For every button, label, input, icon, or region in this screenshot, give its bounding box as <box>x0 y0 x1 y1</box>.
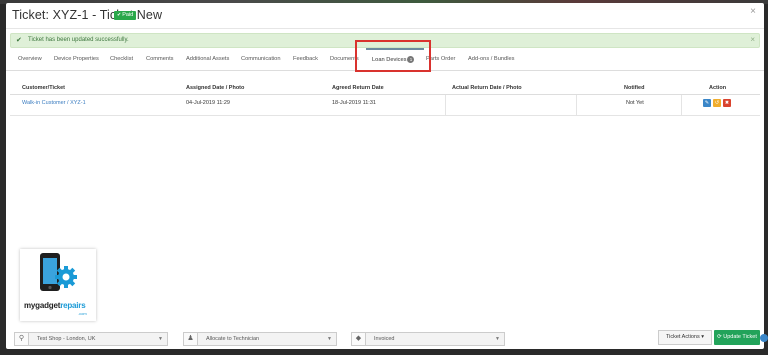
technician-value: Allocate to Technician <box>206 336 260 342</box>
logo-wordmark: mygadgetrepairs <box>24 301 86 310</box>
tab-feedback[interactable]: Feedback <box>293 56 318 62</box>
header-divider <box>10 94 760 95</box>
header-agreed-return: Agreed Return Date <box>332 85 384 91</box>
highlight-box <box>355 40 431 72</box>
checkmark-icon: ✔ <box>16 37 22 44</box>
page-title: Ticket: XYZ-1 - Ticket New <box>12 8 163 22</box>
pencil-icon: ✎ <box>704 100 710 106</box>
status-select[interactable]: Invoiced ▼ <box>365 332 505 346</box>
footer-toolbar: ⚲ Test Shop - London, UK ▼ ♟ Allocate to … <box>6 325 764 349</box>
header-actual-return: Actual Return Date / Photo <box>452 85 522 91</box>
tab-add-ons-bundles[interactable]: Add-ons / Bundles <box>468 56 514 62</box>
ticket-modal: Ticket: XYZ-1 - Ticket New ✔Paid × ✔ Tic… <box>6 3 764 349</box>
trash-icon: ✖ <box>724 100 730 106</box>
check-icon: ✔ <box>117 12 122 18</box>
paid-badge-label: Paid <box>122 12 134 18</box>
alert-message: Ticket has been updated successfully. <box>28 37 129 43</box>
brand-logo: mygadgetrepairs .com <box>20 249 96 321</box>
technician-select[interactable]: Allocate to Technician ▼ <box>197 332 337 346</box>
chevron-down-icon: ▼ <box>495 336 500 342</box>
column-divider <box>445 95 446 115</box>
paid-badge: ✔Paid <box>114 11 137 20</box>
chevron-down-icon: ▼ <box>327 336 332 342</box>
assigned-date-cell: 04-Jul-2019 11:29 <box>186 100 230 106</box>
delete-button[interactable]: ✖ <box>723 99 731 107</box>
tab-device-properties[interactable]: Device Properties <box>54 56 99 62</box>
ticket-actions-button[interactable]: Ticket Actions ▾ <box>658 330 712 345</box>
tag-icon: ◆ <box>351 332 365 346</box>
notified-cell: Not Yet <box>626 100 644 106</box>
dismiss-alert-button[interactable]: × <box>750 35 755 44</box>
agreed-return-cell: 18-Jul-2019 11:31 <box>332 100 376 106</box>
row-divider <box>10 115 760 116</box>
return-button[interactable]: ↺ <box>713 99 721 107</box>
update-ticket-button[interactable]: ⟳ Update Ticket <box>714 330 760 345</box>
chevron-down-icon: ▼ <box>158 336 163 342</box>
caret-down-icon: ▾ <box>701 334 705 340</box>
tab-communication[interactable]: Communication <box>241 56 281 62</box>
column-divider <box>576 95 577 115</box>
location-select[interactable]: Test Shop - London, UK ▼ <box>28 332 168 346</box>
logo-suffix: .com <box>78 311 87 316</box>
refresh-icon: ⟳ <box>717 334 722 340</box>
status-value: Invoiced <box>374 336 395 342</box>
phone-gear-icon <box>40 253 77 291</box>
location-value: Test Shop - London, UK <box>37 336 96 342</box>
tab-comments[interactable]: Comments <box>146 56 174 62</box>
header-customer: Customer/Ticket <box>22 85 65 91</box>
edit-button[interactable]: ✎ <box>703 99 711 107</box>
ticket-actions-label: Ticket Actions <box>665 334 700 340</box>
tab-additional-assets[interactable]: Additional Assets <box>186 56 229 62</box>
tab-overview[interactable]: Overview <box>18 56 42 62</box>
tab-checklist[interactable]: Checklist <box>110 56 133 62</box>
map-marker-icon: ⚲ <box>14 332 28 346</box>
modal-header: Ticket: XYZ-1 - Ticket New ✔Paid × <box>6 3 764 29</box>
return-icon: ↺ <box>714 100 720 106</box>
customer-ticket-link[interactable]: Walk-in Customer / XYZ-1 <box>22 100 86 106</box>
close-button[interactable]: × <box>750 6 756 17</box>
header-action: Action <box>709 85 727 91</box>
header-assigned-date: Assigned Date / Photo <box>186 85 245 91</box>
update-ticket-label: Update Ticket <box>723 334 757 340</box>
user-icon: ♟ <box>183 332 197 346</box>
header-notified: Notified <box>624 85 645 91</box>
column-divider <box>681 95 682 115</box>
help-widget-icon[interactable] <box>760 334 768 342</box>
